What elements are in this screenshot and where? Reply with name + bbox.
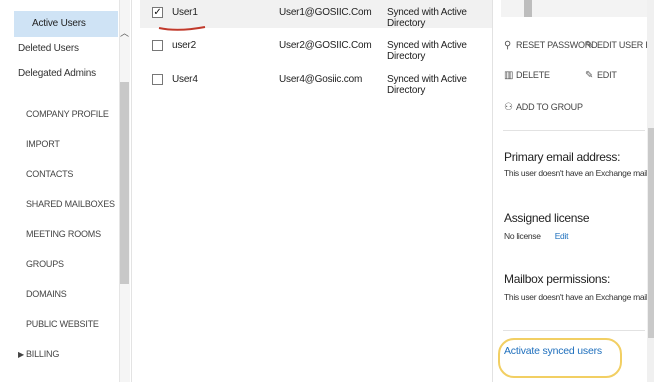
details-header-divider	[524, 0, 532, 17]
edit-user-roles-button[interactable]: ✎EDIT USER ROL	[585, 40, 654, 51]
annotation-highlight-ring	[498, 338, 622, 378]
expand-caret-icon[interactable]: ▶	[18, 350, 24, 359]
license-value: No license	[504, 231, 541, 241]
people-icon: ⚇	[504, 102, 513, 113]
chevron-up-icon[interactable]: ︿	[119, 26, 130, 39]
nav-item-contacts[interactable]: CONTACTS	[26, 169, 73, 179]
user-email: User2@GOSIIC.Com	[279, 40, 372, 51]
table-row[interactable]: User4 User4@Gosiic.com Synced with Activ…	[140, 67, 492, 96]
user-display-name: User4	[172, 74, 198, 85]
trash-icon: ▥	[504, 70, 514, 81]
user-email: User4@Gosiic.com	[279, 74, 363, 85]
nav-item-billing[interactable]: BILLING	[26, 349, 59, 359]
user-sync-status: Synced with Active Directory	[387, 74, 467, 96]
nav-item-domains[interactable]: DOMAINS	[26, 289, 67, 299]
table-row[interactable]: user2 User2@GOSIIC.Com Synced with Activ…	[140, 33, 492, 62]
nav-item-groups[interactable]: GROUPS	[26, 259, 64, 269]
nav-item-shared-mailboxes[interactable]: SHARED MAILBOXES	[26, 199, 115, 209]
primary-email-title: Primary email address:	[504, 150, 621, 164]
divider	[503, 330, 645, 331]
add-to-group-button[interactable]: ⚇ ADD TO GROUP	[504, 102, 583, 113]
mailbox-permissions-title: Mailbox permissions:	[504, 272, 611, 286]
key-icon: ⚲	[504, 40, 512, 51]
edit-button[interactable]: ✎ EDIT	[585, 70, 617, 81]
delete-button[interactable]: ▥ DELETE	[504, 70, 550, 81]
row-checkbox[interactable]	[152, 74, 163, 85]
primary-email-text: This user doesn't have an Exchange mailb…	[504, 168, 654, 178]
row-checkbox[interactable]	[152, 40, 163, 51]
user-display-name: user2	[172, 40, 197, 51]
nav-item-public-website[interactable]: PUBLIC WEBSITE	[26, 319, 99, 329]
sidebar-scroll-thumb[interactable]	[120, 82, 129, 284]
assigned-license-line: No license Edit	[504, 231, 568, 241]
row-checkbox[interactable]: ✓	[152, 7, 163, 18]
divider	[503, 130, 645, 131]
nav-item-deleted-users[interactable]: Deleted Users	[18, 43, 79, 54]
user-details-pane: ⚲RESET PASSWORD ✎EDIT USER ROL ▥DELETE ✎…	[492, 0, 654, 382]
edit-license-link[interactable]: Edit	[555, 231, 569, 241]
mailbox-permissions-text: This user doesn't have an Exchange mailb…	[504, 292, 654, 302]
nav-item-active-users[interactable]: Active Users	[14, 11, 118, 37]
pencil-icon: ✎	[585, 70, 594, 81]
pencil-icon: ✎	[585, 40, 594, 51]
user-sync-status: Synced with Active Directory	[387, 40, 467, 62]
user-email: User1@GOSIIC.Com	[279, 7, 372, 18]
details-scroll-thumb[interactable]	[648, 128, 654, 338]
nav-item-company-profile[interactable]: COMPANY PROFILE	[26, 109, 109, 119]
reset-password-button[interactable]: ⚲ RESET PASSWORD	[504, 40, 598, 51]
nav-item-meeting-rooms[interactable]: MEETING ROOMS	[26, 229, 101, 239]
assigned-license-title: Assigned license	[504, 211, 590, 225]
nav-item-delegated-admins[interactable]: Delegated Admins	[18, 68, 96, 79]
nav-item-import[interactable]: IMPORT	[26, 139, 60, 149]
left-navigation: Active Users Deleted Users Delegated Adm…	[0, 0, 132, 382]
user-sync-status: Synced with Active Directory	[387, 7, 467, 29]
user-display-name: User1	[172, 7, 198, 18]
